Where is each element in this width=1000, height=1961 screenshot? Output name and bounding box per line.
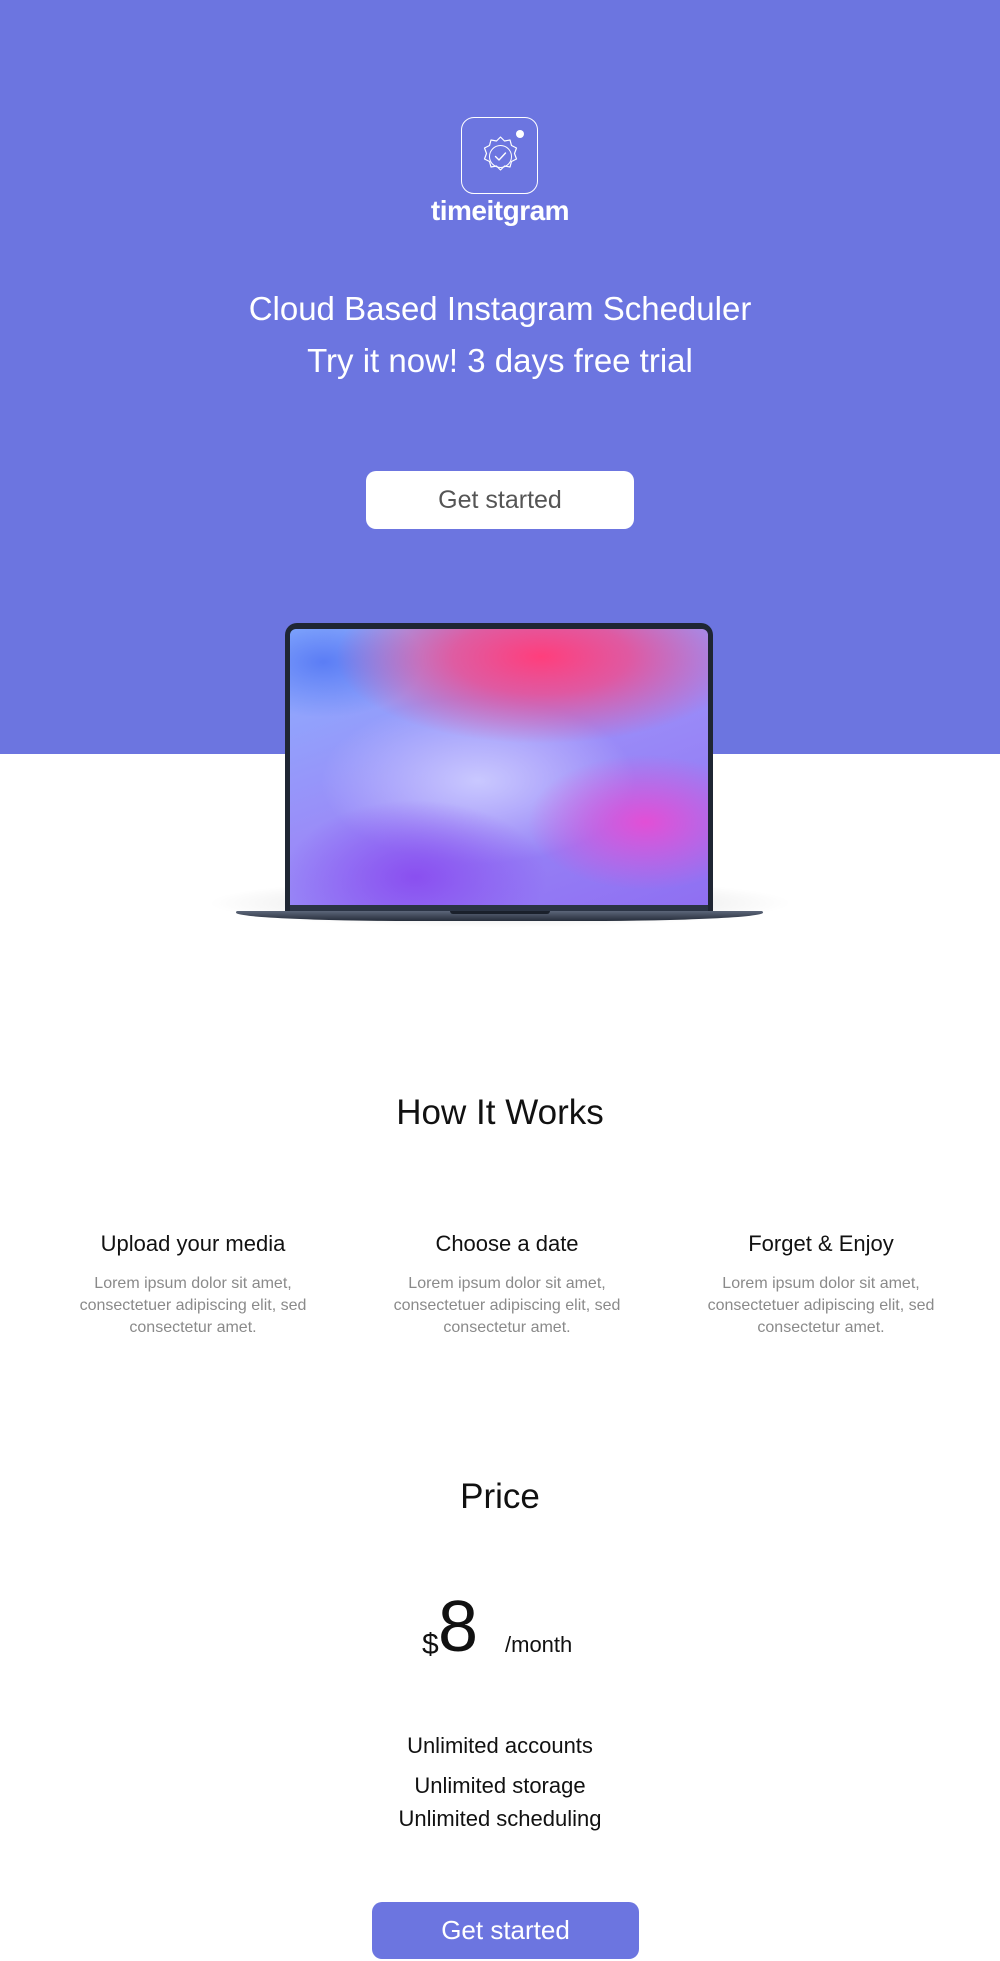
step-description: Lorem ipsum dolor sit amet, consectetuer…: [393, 1275, 621, 1336]
price-amount: 8: [438, 1587, 479, 1667]
laptop-hinge-notch: [450, 911, 550, 914]
step-upload: Upload your media Lorem ipsum dolor sit …: [63, 1231, 323, 1339]
price-currency: $: [422, 1628, 439, 1661]
step-title: Forget & Enjoy: [748, 1231, 894, 1256]
how-it-works-title: How It Works: [396, 1093, 604, 1132]
step-description: Lorem ipsum dolor sit amet, consectetuer…: [707, 1275, 935, 1336]
pricing-get-started-button[interactable]: Get started: [372, 1902, 639, 1959]
step-title: Upload your media: [100, 1231, 286, 1256]
feature-item: Unlimited scheduling: [398, 1806, 602, 1831]
logo[interactable]: [461, 117, 538, 194]
hero-subheadline: Try it now! 3 days free trial: [307, 342, 693, 379]
step-choose-date: Choose a date Lorem ipsum dolor sit amet…: [377, 1231, 637, 1339]
laptop-screen: [290, 629, 708, 905]
badge-check-icon: [483, 130, 524, 171]
step-forget-enjoy: Forget & Enjoy Lorem ipsum dolor sit ame…: [691, 1231, 951, 1339]
step-title: Choose a date: [435, 1231, 579, 1256]
laptop-lid: [285, 623, 713, 913]
price-period: /month: [505, 1632, 573, 1657]
step-description: Lorem ipsum dolor sit amet, consectetuer…: [79, 1275, 307, 1336]
price-display: $ 8 /month: [0, 1587, 1000, 1668]
brand-name: timeitgram: [430, 195, 570, 226]
hero-get-started-button[interactable]: Get started: [366, 471, 634, 529]
hero-headline: Cloud Based Instagram Scheduler: [248, 290, 752, 327]
feature-item: Unlimited storage: [414, 1773, 586, 1798]
price-title: Price: [460, 1477, 540, 1516]
laptop-mockup: [200, 620, 800, 940]
feature-item: Unlimited accounts: [407, 1733, 593, 1758]
